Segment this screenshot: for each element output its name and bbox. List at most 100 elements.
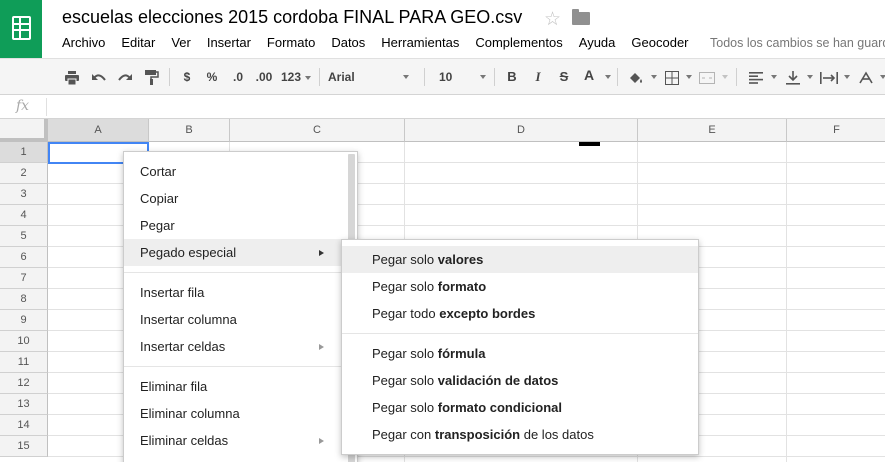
- item-prefix: Pegar solo: [372, 400, 438, 415]
- menu-item-cut[interactable]: Cortar: [124, 158, 348, 185]
- currency-button[interactable]: $: [177, 59, 197, 95]
- item-prefix: Pegar solo: [372, 279, 438, 294]
- folder-icon[interactable]: [572, 9, 590, 25]
- paste-all-except-borders[interactable]: Pegar todo excepto bordes: [342, 300, 698, 327]
- paint-format-icon[interactable]: [140, 59, 164, 95]
- toolbar-divider: [319, 68, 320, 86]
- paste-format-only[interactable]: Pegar solo formato: [342, 273, 698, 300]
- item-emphasis: validación de datos: [437, 373, 559, 388]
- menu-item-delete-cells[interactable]: Eliminar celdas: [124, 427, 348, 454]
- toolbar-divider: [424, 68, 425, 86]
- menu-complementos[interactable]: Complementos: [467, 35, 570, 53]
- percent-button[interactable]: %: [202, 59, 222, 95]
- text-color-button[interactable]: A: [578, 59, 600, 95]
- row-header[interactable]: 10: [0, 331, 48, 352]
- redo-icon[interactable]: [113, 59, 137, 95]
- column-header-c[interactable]: C: [230, 119, 405, 142]
- text-rotation-icon[interactable]: [855, 59, 877, 95]
- row-header[interactable]: 13: [0, 394, 48, 415]
- menu-item-delete-row[interactable]: Eliminar fila: [124, 373, 348, 400]
- menu-item-paste-special[interactable]: Pegado especial: [124, 239, 348, 266]
- print-icon[interactable]: [60, 59, 84, 95]
- menu-item-insert-cells[interactable]: Insertar celdas: [124, 333, 348, 360]
- formula-input[interactable]: [52, 95, 882, 118]
- row-header[interactable]: 9: [0, 310, 48, 331]
- font-family-select[interactable]: Arial: [328, 59, 414, 95]
- row-header[interactable]: 11: [0, 352, 48, 373]
- row-header[interactable]: 12: [0, 373, 48, 394]
- paste-formula-only[interactable]: Pegar solo fórmula: [342, 340, 698, 367]
- fill-color-icon[interactable]: [625, 59, 647, 95]
- toolbar-divider: [169, 68, 170, 86]
- menu-datos[interactable]: Datos: [323, 35, 373, 53]
- column-header-a[interactable]: A: [48, 119, 149, 142]
- row-header[interactable]: 3: [0, 184, 48, 205]
- item-prefix: Pegar todo: [372, 306, 440, 321]
- decrease-decimals-button[interactable]: .0: [227, 59, 249, 95]
- menu-item-delete-column[interactable]: Eliminar columna: [124, 400, 348, 427]
- paste-data-validation-only[interactable]: Pegar solo validación de datos: [342, 367, 698, 394]
- strikethrough-button[interactable]: S: [554, 59, 574, 95]
- menu-formato[interactable]: Formato: [259, 35, 323, 53]
- menu-herramientas[interactable]: Herramientas: [373, 35, 467, 53]
- item-emphasis: formato condicional: [437, 400, 562, 415]
- menu-item-copy[interactable]: Copiar: [124, 185, 348, 212]
- menu-item-insert-column[interactable]: Insertar columna: [124, 306, 348, 333]
- menu-ayuda[interactable]: Ayuda: [571, 35, 624, 53]
- undo-icon[interactable]: [87, 59, 111, 95]
- row-header[interactable]: 1: [0, 142, 48, 163]
- paste-special-submenu: Pegar solo valores Pegar solo formato Pe…: [341, 239, 699, 455]
- column-header-d[interactable]: D: [405, 119, 638, 142]
- save-status[interactable]: Todos los cambios se han guardado en Dri…: [710, 36, 885, 50]
- italic-button[interactable]: I: [528, 59, 548, 95]
- paste-conditional-format-only[interactable]: Pegar solo formato condicional: [342, 394, 698, 421]
- increase-decimals-button[interactable]: .00: [253, 59, 275, 95]
- row-header[interactable]: 5: [0, 226, 48, 247]
- chevron-down-icon: [305, 75, 312, 80]
- chevron-down-icon: [807, 75, 813, 79]
- menu-item-insert-row[interactable]: Insertar fila: [124, 279, 348, 306]
- paste-values-only[interactable]: Pegar solo valores: [342, 246, 698, 273]
- row-header[interactable]: 14: [0, 415, 48, 436]
- text-color-label: A: [583, 67, 595, 83]
- chevron-right-icon: [319, 438, 324, 444]
- menu-divider: [124, 272, 348, 273]
- row-header[interactable]: 6: [0, 247, 48, 268]
- star-icon[interactable]: ☆: [544, 8, 561, 31]
- font-size-select[interactable]: 10: [439, 59, 479, 95]
- menu-editar[interactable]: Editar: [113, 35, 163, 53]
- formula-bar: fx: [0, 95, 885, 119]
- row-header[interactable]: 15: [0, 436, 48, 457]
- sheets-logo-icon[interactable]: [0, 0, 42, 58]
- menu-bar: Archivo Editar Ver Insertar Formato Dato…: [54, 35, 697, 53]
- document-title[interactable]: escuelas elecciones 2015 cordoba FINAL P…: [62, 7, 522, 28]
- menu-geocoder[interactable]: Geocoder: [623, 35, 696, 53]
- vertical-align-icon[interactable]: [782, 59, 804, 95]
- merge-cells-icon[interactable]: [696, 59, 718, 95]
- select-all-corner[interactable]: [0, 119, 48, 142]
- row-header[interactable]: 7: [0, 268, 48, 289]
- menu-item-paste[interactable]: Pegar: [124, 212, 348, 239]
- menu-insertar[interactable]: Insertar: [199, 35, 259, 53]
- paste-transposed[interactable]: Pegar con transposición de los datos: [342, 421, 698, 448]
- item-suffix: de los datos: [520, 427, 594, 442]
- menu-archivo[interactable]: Archivo: [54, 35, 113, 53]
- column-header-b[interactable]: B: [149, 119, 230, 142]
- column-header-f[interactable]: F: [787, 119, 885, 142]
- row-header[interactable]: 2: [0, 163, 48, 184]
- chevron-down-icon: [844, 75, 850, 79]
- item-emphasis: transposición: [434, 427, 521, 442]
- align-left-icon[interactable]: [745, 59, 767, 95]
- item-emphasis: fórmula: [437, 346, 486, 361]
- text-wrap-icon[interactable]: [818, 59, 840, 95]
- borders-icon[interactable]: [661, 59, 683, 95]
- row-header[interactable]: 8: [0, 289, 48, 310]
- more-formats-button[interactable]: 123: [278, 59, 314, 95]
- formula-divider: [46, 98, 47, 116]
- row-header[interactable]: 4: [0, 205, 48, 226]
- sheet-grid-icon: [12, 16, 31, 40]
- column-header-e[interactable]: E: [638, 119, 787, 142]
- bold-button[interactable]: B: [502, 59, 522, 95]
- menu-ver[interactable]: Ver: [163, 35, 199, 53]
- item-emphasis: valores: [437, 252, 484, 267]
